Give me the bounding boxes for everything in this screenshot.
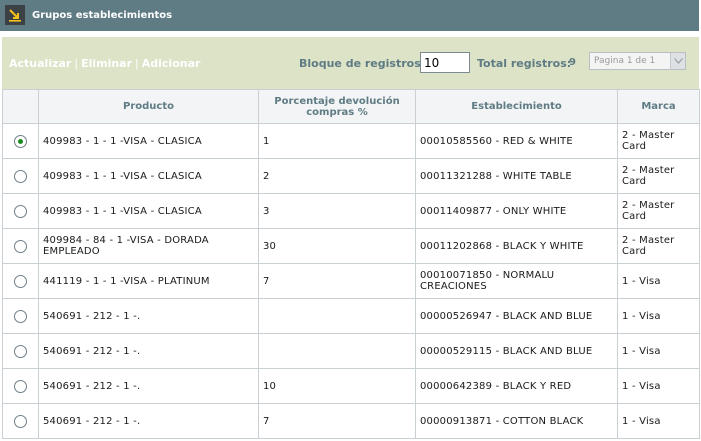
actualizar-link[interactable]: Actualizar: [9, 57, 71, 70]
cell-producto: 409983 - 1 - 1 -VISA - CLASICA: [38, 158, 259, 194]
row-select-cell: [2, 333, 39, 369]
table-row[interactable]: 409984 - 84 - 1 -VISA - DORADA EMPLEADO 3…: [2, 228, 700, 264]
row-radio-button[interactable]: [14, 169, 27, 183]
table-row[interactable]: 409983 - 1 - 1 -VISA - CLASICA 3 000114098…: [2, 193, 700, 229]
row-radio-button[interactable]: [14, 274, 27, 288]
row-select-cell: [2, 228, 39, 264]
cell-marca: 1 - Visa: [617, 403, 700, 439]
chevron-down-icon[interactable]: [670, 53, 685, 69]
cell-marca: 1 - Visa: [617, 298, 700, 334]
cell-porcentaje: 3: [258, 193, 416, 229]
row-select-cell: [2, 263, 39, 299]
table-body: 409983 - 1 - 1 -VISA - CLASICA 1 000105855…: [2, 123, 700, 439]
cell-producto: 540691 - 212 - 1 -.: [38, 403, 259, 439]
cell-establecimiento: 00011321288 - WHITE TABLE: [415, 158, 618, 194]
total-registros-label: Total registros:: [477, 57, 572, 70]
cell-marca: 1 - Visa: [617, 263, 700, 299]
cell-marca: 1 - Visa: [617, 368, 700, 404]
bloque-registros-label: Bloque de registros:: [299, 57, 426, 70]
cell-producto: 540691 - 212 - 1 -.: [38, 298, 259, 334]
cell-establecimiento: 00000642389 - BLACK Y RED: [415, 368, 618, 404]
page-select[interactable]: Pagina 1 de 1: [589, 52, 686, 70]
cell-porcentaje: 1: [258, 123, 416, 159]
action-separator: |: [74, 57, 79, 70]
adicionar-link[interactable]: Adicionar: [142, 57, 201, 70]
cell-producto: 441119 - 1 - 1 -VISA - PLATINUM: [38, 263, 259, 299]
header-marca[interactable]: Marca: [617, 89, 700, 124]
table-row[interactable]: 540691 - 212 - 1 -. 00000529115 - BLACK A…: [2, 333, 700, 369]
row-radio-button[interactable]: [14, 309, 27, 323]
header-establecimiento[interactable]: Establecimiento: [415, 89, 618, 124]
cell-establecimiento: 00000529115 - BLACK AND BLUE: [415, 333, 618, 369]
row-radio-button[interactable]: [14, 344, 27, 358]
cell-porcentaje: 10: [258, 368, 416, 404]
cell-establecimiento: 00011409877 - ONLY WHITE: [415, 193, 618, 229]
table-row[interactable]: 409983 - 1 - 1 -VISA - CLASICA 1 000105855…: [2, 123, 700, 159]
eliminar-link[interactable]: Eliminar: [81, 57, 132, 70]
cell-porcentaje: 7: [258, 403, 416, 439]
table-row[interactable]: 540691 - 212 - 1 -. 00000526947 - BLACK A…: [2, 298, 700, 334]
row-select-cell: [2, 193, 39, 229]
action-links: Actualizar | Eliminar | Adicionar: [9, 57, 200, 70]
total-registros-value: 9: [569, 57, 576, 68]
cell-porcentaje: 30: [258, 228, 416, 264]
row-radio-button[interactable]: [14, 204, 27, 218]
cell-marca: 2 - Master Card: [617, 158, 700, 194]
row-select-cell: [2, 368, 39, 404]
page-select-value: Pagina 1 de 1: [594, 56, 656, 66]
row-radio-button[interactable]: [14, 379, 27, 393]
cell-producto: 409984 - 84 - 1 -VISA - DORADA EMPLEADO: [38, 228, 259, 264]
cell-establecimiento: 00010071850 - NORMALU CREACIONES: [415, 263, 618, 299]
table-row[interactable]: 409983 - 1 - 1 -VISA - CLASICA 2 000113212…: [2, 158, 700, 194]
row-select-cell: [2, 403, 39, 439]
cell-marca: 2 - Master Card: [617, 123, 700, 159]
table-row[interactable]: 540691 - 212 - 1 -. 10 00000642389 - BLACK…: [2, 368, 700, 404]
table-header-row: Producto Porcentaje devolución compras %…: [2, 89, 700, 124]
cell-porcentaje: 7: [258, 263, 416, 299]
row-select-cell: [2, 123, 39, 159]
row-radio-button[interactable]: [14, 134, 27, 148]
bloque-registros-input[interactable]: [420, 52, 470, 73]
row-select-cell: [2, 298, 39, 334]
header-producto[interactable]: Producto: [38, 89, 259, 124]
establecimientos-table: Producto Porcentaje devolución compras %…: [2, 89, 700, 439]
row-radio-button[interactable]: [14, 239, 27, 253]
cell-producto: 540691 - 212 - 1 -.: [38, 333, 259, 369]
cell-establecimiento: 00000913871 - COTTON BLACK: [415, 403, 618, 439]
cell-establecimiento: 00000526947 - BLACK AND BLUE: [415, 298, 618, 334]
action-separator: |: [135, 57, 139, 70]
cell-porcentaje: [258, 298, 416, 334]
cell-marca: 2 - Master Card: [617, 228, 700, 264]
cell-producto: 409983 - 1 - 1 -VISA - CLASICA: [38, 123, 259, 159]
cell-establecimiento: 00010585560 - RED & WHITE: [415, 123, 618, 159]
cell-porcentaje: [258, 333, 416, 369]
row-radio-button[interactable]: [14, 414, 27, 428]
cell-marca: 1 - Visa: [617, 333, 700, 369]
cell-producto: 409983 - 1 - 1 -VISA - CLASICA: [38, 193, 259, 229]
window-titlebar: Grupos establecimientos: [0, 0, 699, 31]
window-title: Grupos establecimientos: [32, 10, 173, 21]
cell-producto: 540691 - 212 - 1 -.: [38, 368, 259, 404]
cell-establecimiento: 00011202868 - BLACK Y WHITE: [415, 228, 618, 264]
header-select: [2, 89, 39, 124]
arrow-down-right-icon[interactable]: [5, 5, 25, 25]
cell-marca: 2 - Master Card: [617, 193, 700, 229]
header-porcentaje[interactable]: Porcentaje devolución compras %: [258, 89, 416, 124]
row-select-cell: [2, 158, 39, 194]
table-row[interactable]: 441119 - 1 - 1 -VISA - PLATINUM 7 00010071…: [2, 263, 700, 299]
table-row[interactable]: 540691 - 212 - 1 -. 7 00000913871 - COTTON…: [2, 403, 700, 439]
toolbar: Actualizar | Eliminar | Adicionar Bloque de …: [2, 37, 699, 89]
cell-porcentaje: 2: [258, 158, 416, 194]
